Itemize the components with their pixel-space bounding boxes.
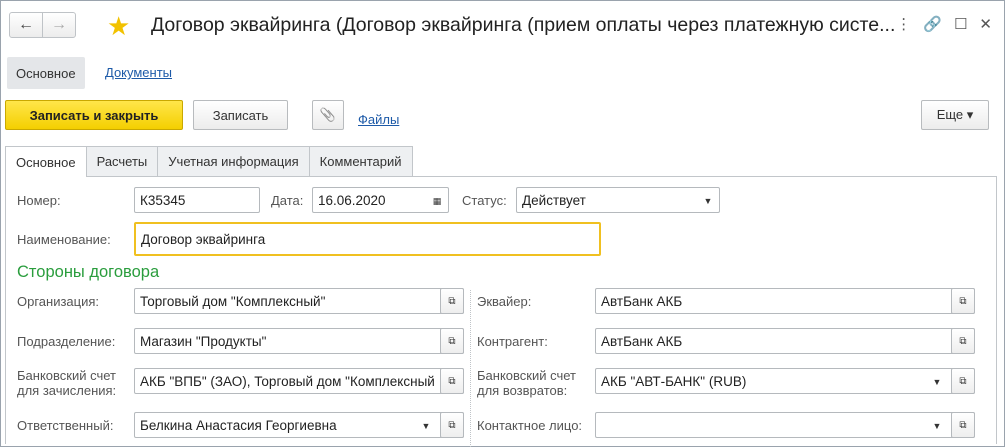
chevron-down-icon[interactable]: ▼	[928, 417, 946, 435]
number-value: К35345	[140, 193, 186, 208]
return-account-field[interactable]: АКБ "АВТ-БАНК" (RUB) ▼ ⧉	[595, 368, 975, 394]
organization-value: Торговый дом "Комплексный"	[140, 294, 326, 309]
organization-label: Организация:	[17, 294, 100, 309]
open-icon[interactable]: ⧉	[951, 328, 975, 354]
open-icon[interactable]: ⧉	[951, 288, 975, 314]
section-parties-heading: Стороны договора	[17, 263, 160, 281]
number-label: Номер:	[17, 193, 61, 208]
files-link[interactable]: Файлы	[358, 112, 399, 127]
number-field[interactable]: К35345	[134, 187, 260, 213]
name-value: Договор эквайринга	[141, 232, 266, 247]
nav-documents-link[interactable]: Документы	[105, 65, 172, 80]
counterparty-field[interactable]: АвтБанк АКБ ⧉	[595, 328, 975, 354]
page-title: Договор эквайринга (Договор эквайринга (…	[151, 14, 896, 36]
department-field[interactable]: Магазин "Продукты" ⧉	[134, 328, 464, 354]
maximize-icon[interactable]: ☐	[954, 15, 967, 33]
counterparty-value: АвтБанк АКБ	[601, 334, 683, 349]
chevron-down-icon[interactable]: ▼	[928, 373, 946, 391]
status-value: Действует	[522, 193, 586, 208]
return-account-label: Банковский счет для возвратов:	[477, 368, 576, 398]
responsible-field[interactable]: Белкина Анастасия Георгиевна ▼ ⧉	[134, 412, 464, 438]
organization-field[interactable]: Торговый дом "Комплексный" ⧉	[134, 288, 464, 314]
back-button[interactable]: ←	[9, 12, 43, 38]
acquirer-label: Эквайер:	[477, 294, 532, 309]
open-icon[interactable]: ⧉	[951, 368, 975, 394]
responsible-label: Ответственный:	[17, 418, 114, 433]
open-icon[interactable]: ⧉	[440, 328, 464, 354]
chevron-down-icon[interactable]: ▼	[417, 417, 435, 435]
tab-main[interactable]: Основное	[5, 146, 87, 177]
forward-button[interactable]: →	[42, 12, 76, 38]
save-button[interactable]: Записать	[193, 100, 288, 130]
link-icon[interactable]: 🔗	[923, 15, 942, 33]
acquirer-field[interactable]: АвтБанк АКБ ⧉	[595, 288, 975, 314]
department-label: Подразделение:	[17, 334, 116, 349]
contact-label: Контактное лицо:	[477, 418, 583, 433]
attach-button[interactable]: 📎	[312, 100, 344, 130]
tab-accounting-info[interactable]: Учетная информация	[157, 146, 310, 176]
department-value: Магазин "Продукты"	[140, 334, 267, 349]
close-icon[interactable]: ✕	[979, 15, 992, 33]
save-and-close-button[interactable]: Записать и закрыть	[5, 100, 183, 130]
name-field[interactable]: Договор эквайринга	[134, 222, 601, 256]
date-value: 16.06.2020	[318, 193, 386, 208]
open-icon[interactable]: ⧉	[440, 412, 464, 438]
window-controls: ⋮ 🔗 ☐ ✕	[896, 15, 992, 33]
tab-bar: Основное Расчеты Учетная информация Комм…	[5, 146, 413, 177]
responsible-value: Белкина Анастасия Георгиевна	[140, 418, 337, 433]
bank-account-field[interactable]: АКБ "ВПБ" (ЗАО), Торговый дом "Комплексн…	[134, 368, 464, 394]
star-icon[interactable]: ★	[107, 13, 130, 39]
status-select[interactable]: Действует ▼	[516, 187, 720, 213]
column-divider	[470, 290, 471, 447]
open-icon[interactable]: ⧉	[951, 412, 975, 438]
acquirer-value: АвтБанк АКБ	[601, 294, 683, 309]
counterparty-label: Контрагент:	[477, 334, 548, 349]
date-field[interactable]: 16.06.2020 ▦	[312, 187, 449, 213]
nav-main[interactable]: Основное	[7, 57, 85, 89]
chevron-down-icon[interactable]: ▼	[699, 192, 717, 210]
status-label: Статус:	[462, 193, 507, 208]
more-actions-icon[interactable]: ⋮	[896, 15, 911, 33]
paperclip-icon: 📎	[319, 107, 337, 122]
calendar-icon[interactable]: ▦	[428, 192, 446, 210]
name-label: Наименование:	[17, 232, 111, 247]
bank-account-value: АКБ "ВПБ" (ЗАО), Торговый дом "Комплексн…	[140, 374, 435, 389]
open-icon[interactable]: ⧉	[440, 368, 464, 394]
form-navigation: Основное Документы	[1, 53, 1002, 91]
open-icon[interactable]: ⧉	[440, 288, 464, 314]
contact-field[interactable]: ▼ ⧉	[595, 412, 975, 438]
return-account-value: АКБ "АВТ-БАНК" (RUB)	[601, 374, 747, 389]
command-bar: Записать и закрыть Записать 📎 Файлы Еще …	[0, 100, 1005, 140]
tab-settlements[interactable]: Расчеты	[85, 146, 159, 176]
tab-comment[interactable]: Комментарий	[308, 146, 413, 176]
bank-account-label: Банковский счет для зачисления:	[17, 368, 117, 398]
more-button[interactable]: Еще ▾	[921, 100, 989, 130]
date-label: Дата:	[271, 193, 304, 208]
title-bar: ← → ★ Договор эквайринга (Договор эквайр…	[1, 1, 1002, 53]
